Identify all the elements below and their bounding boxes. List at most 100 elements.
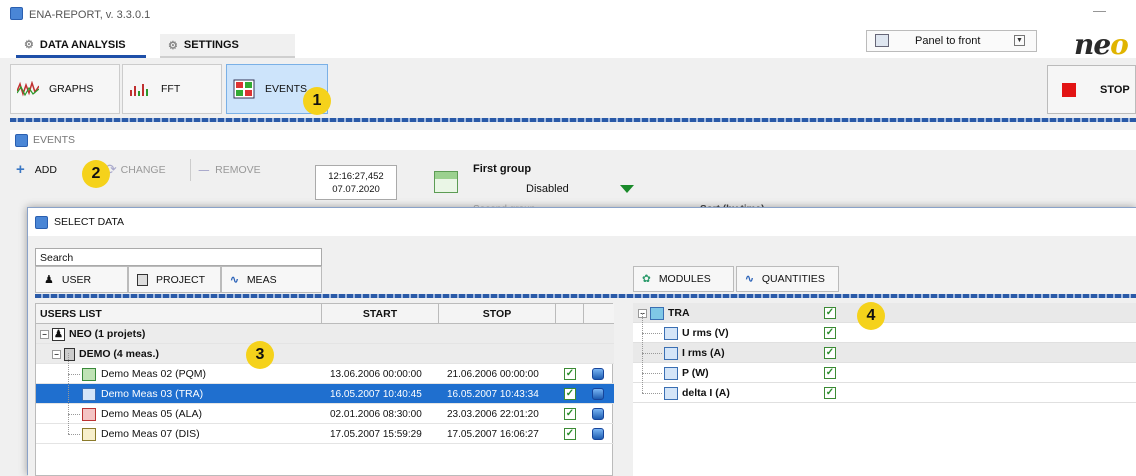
table-row[interactable]: − ♟ NEO (1 projets) — [36, 324, 614, 344]
waveform-icon: ∿ — [230, 273, 239, 286]
remove-button[interactable]: — REMOVE — [199, 164, 261, 176]
ribbon: GRAPHS FFT EVENTS — [0, 58, 1136, 122]
info-icon[interactable] — [592, 388, 604, 400]
tree-guide — [68, 374, 80, 375]
plus-icon: + — [16, 161, 25, 178]
fft-button[interactable]: FFT — [122, 64, 222, 114]
brand-logo: neo — [1074, 28, 1129, 61]
minus-icon: — — [198, 163, 210, 176]
quantity-checkbox[interactable]: ✓ — [824, 347, 836, 359]
quantity-checkbox[interactable]: ✓ — [824, 307, 836, 319]
collapse-icon[interactable]: − — [40, 329, 49, 339]
alarm-icon — [82, 407, 96, 421]
dialog-title-bar: SELECT DATA — [28, 208, 1136, 236]
table-row[interactable]: − DEMO (4 meas.) — [36, 344, 614, 364]
user-icon: ♟ — [44, 274, 54, 286]
minimize-button[interactable]: — — [1093, 3, 1106, 18]
panel-to-front-dropdown[interactable]: Panel to front ▼ — [866, 30, 1037, 52]
quantity-checkbox[interactable]: ✓ — [824, 387, 836, 399]
tab-user[interactable]: ♟ USER — [35, 266, 128, 293]
events-toolbar: + ADD ⟳ CHANGE — REMOVE — [10, 156, 300, 183]
modules-icon: ✿ — [642, 273, 651, 285]
waveform-icon: ∿ — [745, 273, 754, 285]
dialog-divider — [35, 294, 1136, 298]
table-header: USERS LIST START STOP — [36, 304, 614, 324]
filter-tabs: ♟ USER PROJECT ∿ MEAS — [35, 266, 322, 293]
title-bar: ENA-REPORT, v. 3.3.0.1 — — [0, 0, 1136, 28]
events-panel-header: EVENTS — [10, 130, 1136, 150]
col-users-list[interactable]: USERS LIST — [36, 304, 322, 324]
tree-guide — [68, 414, 80, 415]
disturbance-icon — [82, 427, 96, 441]
callout-badge-2: 2 — [82, 160, 110, 188]
pqm-icon — [82, 367, 96, 381]
analysis-icon: ⚙ — [24, 39, 34, 51]
quantity-row[interactable]: P (W) ✓ — [633, 363, 1136, 383]
tab-quantities[interactable]: ∿ QUANTITIES — [736, 266, 839, 292]
waveform-icon — [664, 366, 678, 380]
col-start[interactable]: START — [322, 304, 439, 324]
events-icon — [233, 79, 255, 99]
collapse-icon[interactable]: − — [52, 349, 61, 359]
stop-button[interactable]: STOP — [1047, 65, 1136, 114]
quantity-checkbox[interactable]: ✓ — [824, 327, 836, 339]
graphs-icon — [17, 81, 39, 97]
user-icon: ♟ — [52, 327, 65, 341]
table-row[interactable]: Demo Meas 05 (ALA) 02.01.2006 08:30:00 2… — [36, 404, 614, 424]
info-icon[interactable] — [592, 368, 604, 380]
info-icon[interactable] — [592, 428, 604, 440]
row-checkbox[interactable]: ✓ — [564, 368, 576, 380]
dialog-icon — [35, 215, 48, 229]
first-group-label: First group — [473, 163, 532, 175]
col-stop[interactable]: STOP — [439, 304, 556, 324]
row-name: Demo Meas 03 (TRA) — [101, 388, 204, 400]
quantity-row[interactable]: delta I (A) ✓ — [633, 383, 1136, 403]
gear-icon: ⚙ — [168, 39, 178, 52]
row-name: NEO (1 projets) — [69, 328, 146, 340]
col-check — [556, 304, 584, 324]
select-data-dialog: SELECT DATA Search ♟ USER PROJECT ∿ MEAS… — [27, 207, 1136, 476]
project-icon — [64, 347, 75, 361]
add-button[interactable]: + ADD — [16, 161, 57, 178]
waveform-icon — [664, 346, 678, 360]
tab-meas[interactable]: ∿ MEAS — [221, 266, 322, 293]
users-list-table: USERS LIST START STOP − ♟ NEO (1 projets… — [35, 303, 614, 476]
table-row[interactable]: Demo Meas 02 (PQM) 13.06.2006 00:00:00 2… — [36, 364, 614, 384]
row-checkbox[interactable]: ✓ — [564, 408, 576, 420]
change-button[interactable]: ⟳ CHANGE — [105, 161, 166, 178]
stop-icon — [1062, 82, 1076, 97]
toolbar-divider — [189, 158, 191, 181]
section-divider — [10, 118, 1136, 122]
module-icon — [650, 306, 664, 320]
table-row[interactable]: Demo Meas 07 (DIS) 17.05.2007 15:59:29 1… — [36, 424, 614, 444]
quantities-panel: − TRA ✓ U rms (V) ✓ I rms (A) ✓ P (W) ✓ … — [633, 303, 1136, 476]
calendar-icon[interactable] — [434, 171, 458, 193]
row-checkbox[interactable]: ✓ — [564, 388, 576, 400]
tree-guide — [642, 333, 662, 334]
tab-data-analysis[interactable]: ⚙ DATA ANALYSIS — [16, 34, 146, 58]
tree-guide — [642, 353, 662, 354]
search-input[interactable]: Search — [35, 248, 322, 266]
window-icon — [875, 34, 889, 47]
quantity-checkbox[interactable]: ✓ — [824, 367, 836, 379]
datetime-field[interactable]: 12:16:27,452 07.07.2020 — [315, 165, 397, 200]
col-info — [584, 304, 612, 324]
dialog-body: Search ♟ USER PROJECT ∿ MEAS ✿ MODULES ∿… — [28, 236, 1136, 476]
table-row[interactable]: Demo Meas 03 (TRA) 16.05.2007 10:40:45 1… — [36, 384, 614, 404]
quantity-row[interactable]: I rms (A) ✓ — [633, 343, 1136, 363]
graphs-button[interactable]: GRAPHS — [10, 64, 120, 114]
tree-guide — [642, 373, 662, 374]
tab-settings[interactable]: ⚙ SETTINGS — [160, 34, 295, 58]
tree-guide — [642, 393, 662, 394]
fft-icon — [130, 84, 148, 96]
quantity-row[interactable]: U rms (V) ✓ — [633, 323, 1136, 343]
info-icon[interactable] — [592, 408, 604, 420]
tab-project[interactable]: PROJECT — [128, 266, 221, 293]
row-checkbox[interactable]: ✓ — [564, 428, 576, 440]
first-group-select[interactable]: Disabled — [526, 183, 569, 195]
dropdown-arrow-icon[interactable] — [620, 185, 634, 193]
row-name: Demo Meas 05 (ALA) — [101, 408, 202, 420]
tab-modules[interactable]: ✿ MODULES — [633, 266, 734, 292]
row-name: DEMO (4 meas.) — [79, 348, 159, 360]
project-icon — [137, 273, 148, 286]
